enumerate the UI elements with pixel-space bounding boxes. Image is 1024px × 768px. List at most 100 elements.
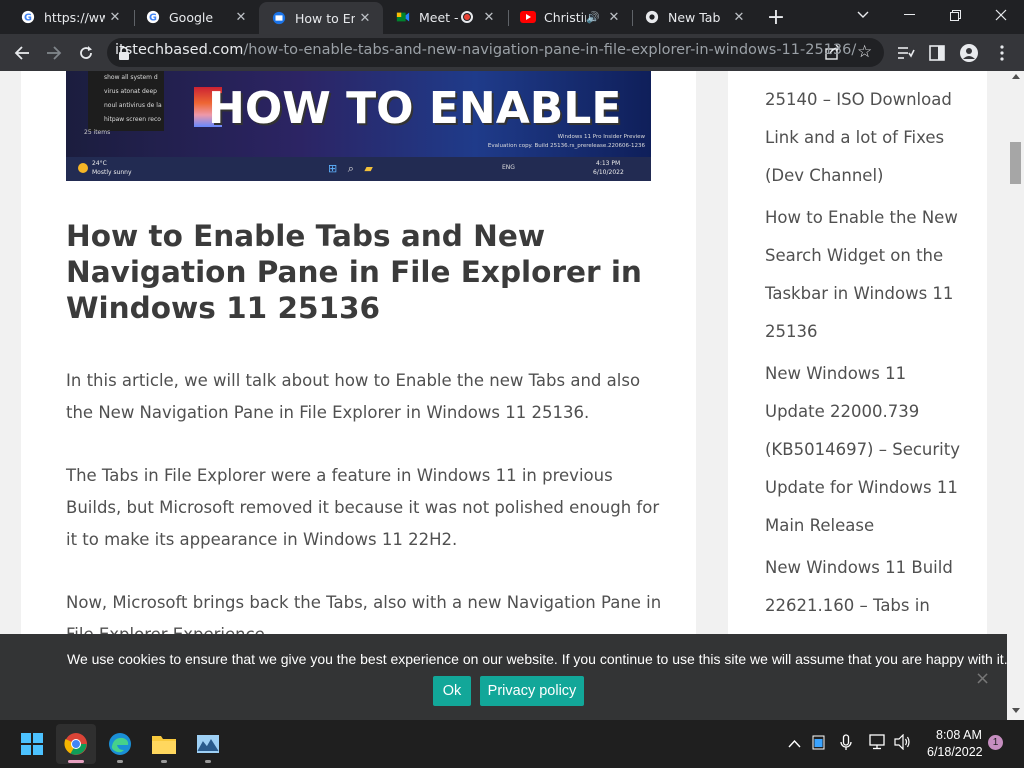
- sidebar-link[interactable]: New Windows 11 Build 22621.160 – Tabs in: [765, 549, 965, 625]
- chrome-icon[interactable]: [56, 724, 96, 764]
- context-menu-snippet: show all system d virus atonat deep noul…: [88, 71, 164, 131]
- minimize-icon[interactable]: [886, 0, 932, 30]
- menu-item: noul antivirus de la: [104, 102, 162, 109]
- hero-image: show all system d virus atonat deep noul…: [66, 71, 651, 181]
- tab-search-icon[interactable]: [840, 0, 886, 30]
- scroll-up-arrow-icon[interactable]: [1012, 74, 1020, 79]
- article-title: How to Enable Tabs and New Navigation Pa…: [66, 219, 642, 325]
- google-icon: G: [20, 9, 36, 25]
- tab-close-icon[interactable]: ✕: [231, 7, 251, 27]
- clock-time: 4:13 PM: [596, 160, 621, 167]
- tab-title: Meet -: [419, 9, 459, 25]
- volume-icon[interactable]: [894, 733, 912, 754]
- tab-strip: G https://www ✕ G Google ✕ How to Ena ✕ …: [0, 0, 1024, 34]
- running-indicator: [117, 760, 123, 763]
- cookie-message: We use cookies to ensure that we give yo…: [67, 651, 1008, 667]
- url-host: itstechbased.com: [115, 42, 244, 58]
- file-explorer-icon[interactable]: [144, 724, 184, 764]
- start-icon: ⊞: [328, 162, 338, 175]
- tray-lang: ENG: [502, 164, 515, 171]
- weather-desc: Mostly sunny: [92, 169, 132, 176]
- page-scrollbar[interactable]: [1007, 71, 1024, 720]
- sidebar-link[interactable]: 25140 – ISO Download Link and a lot of F…: [765, 81, 965, 195]
- tab-close-icon[interactable]: ✕: [105, 7, 125, 27]
- hero-headline: HOW TO ENABLE: [208, 83, 622, 134]
- microphone-icon[interactable]: [840, 734, 852, 755]
- back-icon[interactable]: [8, 39, 36, 67]
- cookie-consent-bar: We use cookies to ensure that we give yo…: [0, 634, 1008, 720]
- tab-close-icon[interactable]: ✕: [604, 7, 624, 27]
- tab-title: New Tab: [668, 9, 721, 25]
- url-text[interactable]: itstechbased.com/how-to-enable-tabs-and-…: [115, 42, 856, 58]
- tab-title: https://www: [44, 9, 105, 25]
- reading-list-icon[interactable]: [892, 39, 920, 67]
- weather-temp: 24°C: [92, 160, 107, 167]
- clock-date: 6/10/2022: [593, 169, 624, 176]
- tab-close-icon[interactable]: ✕: [479, 7, 499, 27]
- start-icon[interactable]: [12, 724, 52, 764]
- search-icon: ⌕: [347, 162, 354, 175]
- article-column: show all system d virus atonat deep noul…: [21, 71, 696, 720]
- taskbar-date[interactable]: 6/18/2022: [927, 745, 983, 759]
- tab-close-icon[interactable]: ✕: [729, 7, 749, 27]
- network-icon[interactable]: [869, 734, 887, 754]
- sidebar-link[interactable]: New Windows 11 Update 22000.739 (KB50146…: [765, 355, 965, 545]
- reload-icon[interactable]: [72, 39, 100, 67]
- browser-tab[interactable]: Christir 🔊 ✕: [508, 0, 632, 34]
- site-icon: [271, 10, 287, 26]
- running-indicator: [161, 760, 167, 763]
- tab-title: Google: [169, 9, 214, 25]
- close-window-icon[interactable]: [978, 0, 1024, 30]
- profile-avatar-icon[interactable]: [955, 39, 983, 67]
- sidebar-link[interactable]: How to Enable the New Search Widget on t…: [765, 199, 965, 351]
- svg-text:G: G: [24, 13, 32, 24]
- watermark-line: Windows 11 Pro Insider Preview: [557, 134, 645, 140]
- folder-icon: ▰: [364, 162, 373, 175]
- svg-text:G: G: [149, 13, 157, 24]
- more-menu-icon[interactable]: [988, 39, 1016, 67]
- audio-playing-icon[interactable]: 🔊: [586, 11, 600, 24]
- article-paragraph: In this article, we will talk about how …: [66, 371, 641, 422]
- running-indicator: [205, 760, 211, 763]
- google-icon: G: [145, 9, 161, 25]
- tab-title: Christir: [544, 9, 586, 25]
- edge-icon[interactable]: [100, 724, 140, 764]
- windows-taskbar: 8:08 AM 6/18/2022: [0, 720, 1024, 768]
- menu-item: virus atonat deep: [104, 88, 157, 95]
- browser-tab[interactable]: New Tab ✕: [632, 0, 757, 34]
- tab-close-icon[interactable]: ✕: [355, 8, 375, 28]
- weather-icon: [78, 163, 88, 173]
- side-panel-icon[interactable]: [923, 39, 951, 67]
- recent-posts-list: 25140 – ISO Download Link and a lot of F…: [765, 81, 965, 629]
- new-tab-button[interactable]: +: [763, 5, 789, 30]
- meet-icon: [395, 9, 411, 25]
- url-path: /how-to-enable-tabs-and-new-navigation-p…: [243, 42, 857, 58]
- menu-item: hitpaw screen reco: [104, 116, 161, 123]
- tab-title: How to Ena: [295, 10, 355, 26]
- show-hidden-icons-icon[interactable]: [788, 734, 801, 752]
- photos-icon[interactable]: [188, 724, 228, 764]
- watermark-line: Evaluation copy. Build 25136.rs_prerelea…: [487, 143, 645, 149]
- forward-icon[interactable]: [40, 39, 68, 67]
- item-count: 25 items: [84, 129, 111, 136]
- restore-icon[interactable]: [932, 0, 978, 30]
- scrollbar-thumb[interactable]: [1010, 142, 1021, 184]
- recording-icon: [461, 11, 473, 23]
- browser-tab[interactable]: G https://www ✕: [8, 0, 133, 34]
- article-paragraph: The Tabs in File Explorer were a feature…: [66, 466, 660, 549]
- browser-tab[interactable]: Meet - ✕: [383, 0, 507, 34]
- notification-badge[interactable]: 1: [988, 735, 1003, 750]
- taskbar-time[interactable]: 8:08 AM: [936, 728, 982, 742]
- browser-tab[interactable]: G Google ✕: [133, 0, 259, 34]
- page-viewport: show all system d virus atonat deep noul…: [0, 71, 1007, 720]
- privacy-policy-button[interactable]: Privacy policy: [480, 676, 584, 706]
- tray-app-icon[interactable]: [812, 735, 825, 754]
- cookie-close-icon[interactable]: ×: [975, 668, 990, 689]
- cookie-ok-button[interactable]: Ok: [433, 676, 471, 706]
- sidebar: 25140 – ISO Download Link and a lot of F…: [728, 71, 987, 720]
- chrome-icon: [644, 9, 660, 25]
- taskbar-icons: ⊞ ⌕ ▰: [328, 162, 373, 176]
- bookmark-star-icon[interactable]: ☆: [857, 42, 872, 62]
- scroll-down-arrow-icon[interactable]: [1012, 708, 1020, 713]
- browser-tab-active[interactable]: How to Ena ✕: [259, 2, 383, 34]
